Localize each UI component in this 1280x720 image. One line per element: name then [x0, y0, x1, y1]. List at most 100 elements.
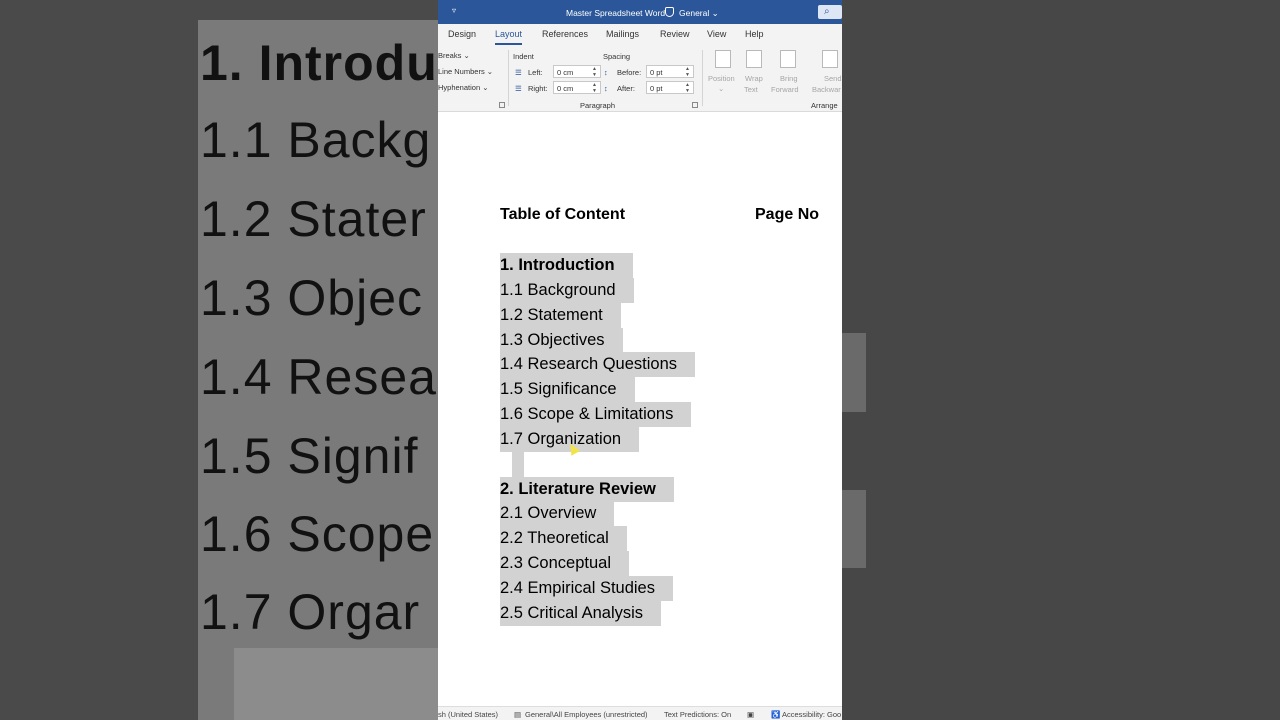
- zoomed-line: 1.7 Orgar: [200, 584, 421, 640]
- spacing-before-icon: ↕: [604, 68, 608, 77]
- toc-line[interactable]: 1.1 Background: [500, 278, 634, 303]
- toc-line-text: 2.2 Theoretical: [500, 526, 627, 551]
- toc-line-text: 1. Introduction: [500, 253, 633, 278]
- spacing-label: Spacing: [603, 52, 631, 61]
- spacing-before-input[interactable]: 0 pt ▲ ▼: [646, 65, 694, 78]
- toc-line[interactable]: 2. Literature Review: [500, 477, 674, 502]
- tab-review[interactable]: Review: [660, 29, 690, 39]
- text-predictions-status[interactable]: Text Predictions: On: [664, 710, 731, 719]
- document-icon: ▤: [514, 710, 522, 719]
- position-label[interactable]: Position: [708, 74, 735, 83]
- toc-line-text: 1.3 Objectives: [500, 328, 623, 353]
- breaks-label: Breaks: [438, 51, 462, 60]
- video-frame: 1. Introdu 1.1 Backg 1.2 Stater 1.3 Obje…: [0, 0, 1280, 720]
- zoomed-background-right: [842, 0, 1280, 720]
- tab-references[interactable]: References: [542, 29, 588, 39]
- toc-line-text: [512, 452, 524, 477]
- indent-right-value: 0 cm: [557, 84, 574, 93]
- indent-left-label: Left:: [528, 68, 543, 77]
- toc-line-text: 2.3 Conceptual: [500, 551, 629, 576]
- send-backward-label-line2[interactable]: Backwar: [812, 85, 841, 94]
- chevron-down-icon: ⌄: [486, 67, 494, 76]
- zoomed-page-edge: [234, 648, 438, 720]
- spacing-after-input[interactable]: 0 pt ▲ ▼: [646, 81, 694, 94]
- spacing-after-icon: ↕: [604, 84, 608, 93]
- title-bar: ▿ Master Spreadsheet Word General ⌄ ⌕: [438, 0, 842, 24]
- toc-line[interactable]: 1.3 Objectives: [500, 328, 623, 353]
- bring-forward-label-line2[interactable]: Forward: [771, 85, 799, 94]
- page-setup-launcher-icon[interactable]: [499, 102, 505, 108]
- search-button[interactable]: ⌕: [818, 5, 842, 19]
- toc-line[interactable]: 2.5 Critical Analysis: [500, 601, 662, 626]
- position-icon[interactable]: [715, 50, 731, 68]
- toc-line[interactable]: 1. Introduction: [500, 253, 633, 278]
- tab-help[interactable]: Help: [745, 29, 764, 39]
- background-block: [842, 333, 866, 412]
- group-divider: [508, 50, 509, 106]
- bring-forward-label-line1[interactable]: Bring: [780, 74, 798, 83]
- toc-line[interactable]: 1.2 Statement: [500, 303, 621, 328]
- toc-title: Table of Content: [500, 206, 626, 223]
- toc-line[interactable]: 2.2 Theoretical: [500, 526, 627, 551]
- toc-line[interactable]: 2.4 Empirical Studies: [500, 576, 673, 601]
- send-backward-icon[interactable]: [822, 50, 838, 68]
- shield-icon: [665, 7, 674, 17]
- toc-line[interactable]: 2.1 Overview: [500, 501, 615, 526]
- zoomed-line: 1.4 Resea: [200, 349, 437, 405]
- toc-line-text: 1.5 Significance: [500, 377, 635, 402]
- spacing-after-value: 0 pt: [650, 84, 663, 93]
- tab-mailings[interactable]: Mailings: [606, 29, 639, 39]
- breaks-button[interactable]: Breaks ⌄: [438, 51, 470, 60]
- spin-arrows-icon[interactable]: ▲ ▼: [685, 82, 690, 94]
- line-numbers-button[interactable]: Line Numbers ⌄: [438, 67, 493, 76]
- document-page[interactable]: Table of Content Page No 1. Introduction…: [438, 112, 842, 706]
- tab-layout[interactable]: Layout: [495, 29, 523, 45]
- tab-view[interactable]: View: [707, 29, 726, 39]
- zoomed-line: 1.2 Stater: [200, 191, 427, 247]
- ribbon: Breaks ⌄ Line Numbers ⌄ Hyphenation ⌄ In…: [438, 46, 842, 112]
- wrap-text-label-line1[interactable]: Wrap: [745, 74, 763, 83]
- indent-label: Indent: [513, 52, 534, 61]
- status-bar: sh (United States) ▤ General\All Employe…: [438, 706, 842, 720]
- wrap-text-label-line2[interactable]: Text: [744, 85, 758, 94]
- bring-forward-icon[interactable]: [780, 50, 796, 68]
- background-block: [842, 490, 866, 568]
- spin-arrows-icon[interactable]: ▲ ▼: [592, 82, 597, 94]
- spin-arrows-icon[interactable]: ▲ ▼: [685, 66, 690, 78]
- toc-line-empty[interactable]: [512, 452, 524, 477]
- arrange-group-label: Arrange: [811, 101, 838, 110]
- spacing-before-value: 0 pt: [650, 68, 663, 77]
- chevron-down-icon: ⌄: [463, 51, 470, 60]
- spin-arrows-icon[interactable]: ▲ ▼: [592, 66, 597, 78]
- zoomed-line: 1. Introdu: [200, 35, 438, 91]
- toc-line[interactable]: 1.5 Significance: [500, 377, 635, 402]
- spacing-after-label: After:: [617, 84, 635, 93]
- wrap-text-icon[interactable]: [746, 50, 762, 68]
- zoomed-line: 1.6 Scope: [200, 506, 435, 562]
- hyphenation-button[interactable]: Hyphenation ⌄: [438, 83, 489, 92]
- toc-line-text: 1.2 Statement: [500, 303, 621, 328]
- indent-right-input[interactable]: 0 cm ▲ ▼: [553, 81, 601, 94]
- accessibility-icon: ♿: [771, 710, 781, 719]
- paragraph-launcher-icon[interactable]: [692, 102, 698, 108]
- send-backward-label-line1[interactable]: Send: [824, 74, 842, 83]
- indent-left-input[interactable]: 0 cm ▲ ▼: [553, 65, 601, 78]
- accessibility-status[interactable]: Accessibility: Goo: [782, 710, 841, 719]
- line-numbers-label: Line Numbers: [438, 67, 485, 76]
- toc-line-text: 1.1 Background: [500, 278, 634, 303]
- sensitivity-text: General: [679, 8, 710, 18]
- word-window: ▿ Master Spreadsheet Word General ⌄ ⌕ De…: [438, 0, 842, 720]
- toc-line-text: 2.5 Critical Analysis: [500, 601, 662, 626]
- indent-right-label: Right:: [528, 84, 548, 93]
- toc-line[interactable]: 1.6 Scope & Limitations: [500, 402, 692, 427]
- toc-line-text: 1.6 Scope & Limitations: [500, 402, 692, 427]
- sensitivity-status[interactable]: General\All Employees (unrestricted): [525, 710, 648, 719]
- sensitivity-label[interactable]: General ⌄: [679, 8, 719, 19]
- language-status[interactable]: sh (United States): [438, 710, 498, 719]
- focus-icon[interactable]: ▣: [747, 710, 754, 719]
- toc-line[interactable]: 1.4 Research Questions: [500, 352, 696, 377]
- chevron-down-icon: ⌄: [482, 83, 489, 92]
- quick-access-dropdown-icon[interactable]: ▿: [452, 6, 456, 15]
- toc-line[interactable]: 2.3 Conceptual: [500, 551, 629, 576]
- tab-design[interactable]: Design: [448, 29, 476, 39]
